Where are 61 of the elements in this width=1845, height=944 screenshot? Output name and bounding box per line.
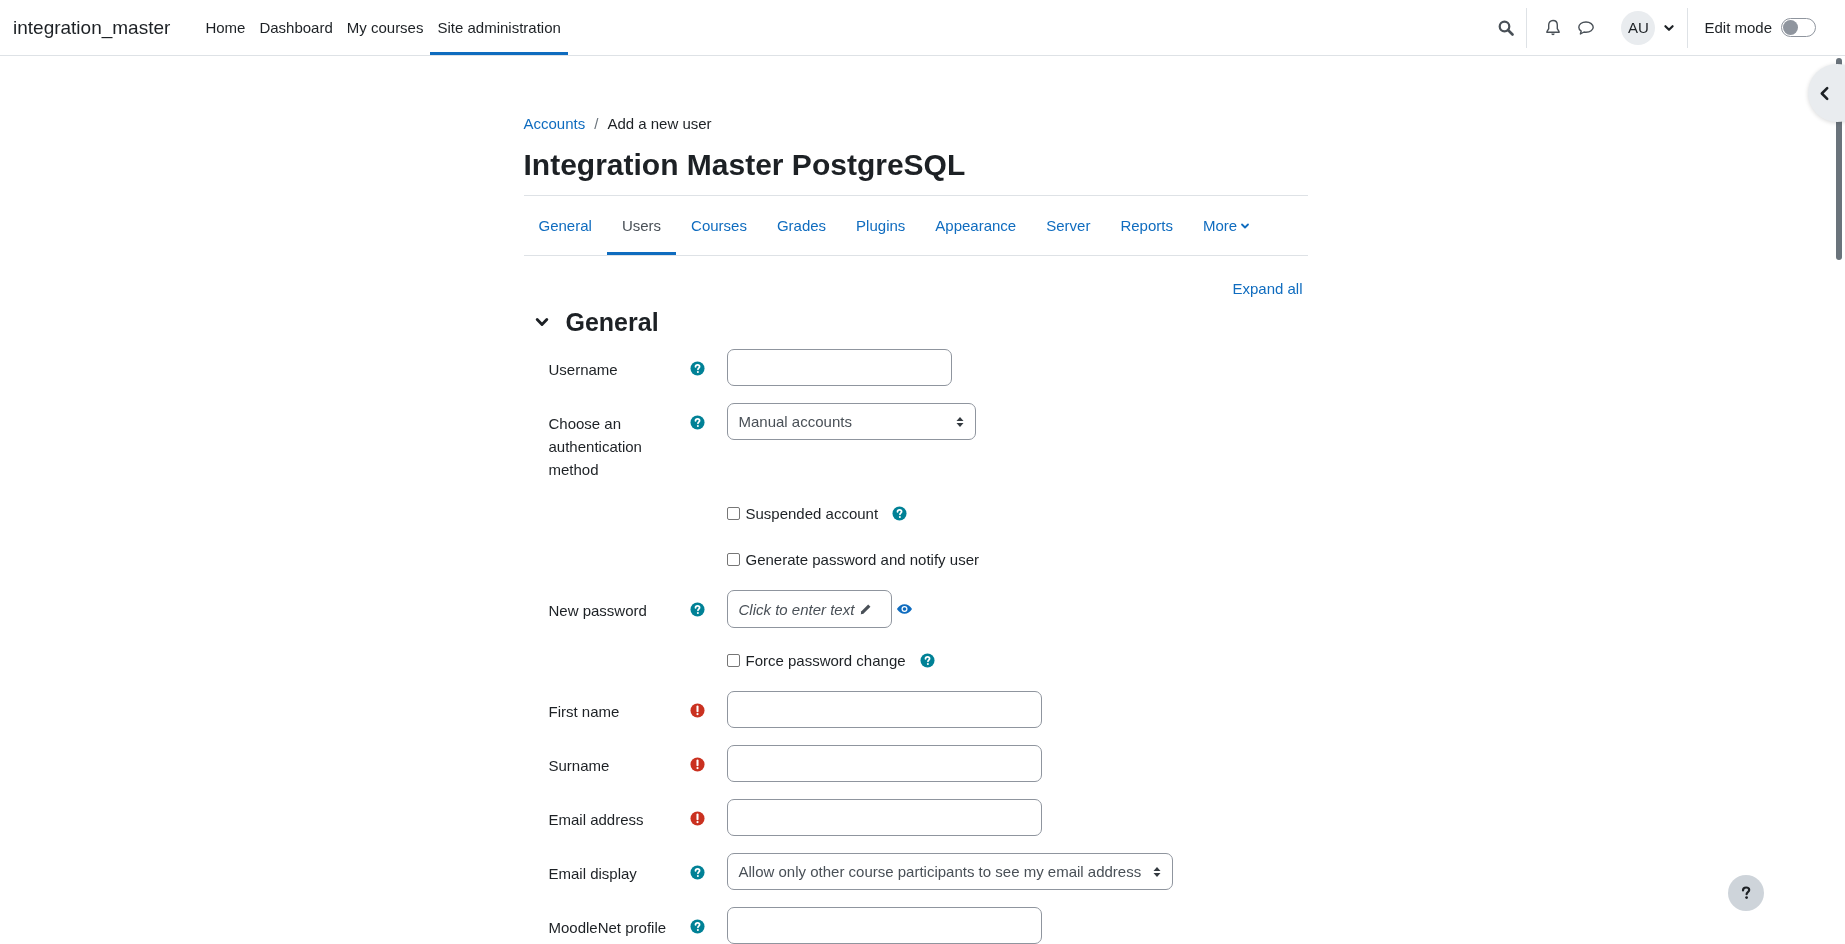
text-field[interactable] [726,799,1042,836]
checkbox-label[interactable]: Suspended account [745,504,879,522]
checkbox[interactable] [726,552,740,566]
field-label: Email address [548,811,644,828]
bell-icon[interactable] [1545,18,1562,37]
breadcrumb-separator: / [594,114,599,134]
pencil-icon [859,602,873,616]
checkbox[interactable] [726,506,740,520]
password-inline-edit[interactable]: Click to enter text [726,590,893,628]
nav-tab[interactable]: Plugins [841,199,921,255]
field-label: Choose an authentication method [548,415,642,478]
breadcrumb-link[interactable]: Accounts [523,114,586,134]
help-button[interactable] [1728,875,1764,911]
search-icon[interactable] [1498,19,1515,36]
help-icon[interactable] [690,361,705,376]
expand-all-link[interactable]: Expand all [1232,279,1303,299]
text-field[interactable] [726,349,952,386]
nav-tab[interactable]: General [523,199,607,255]
field-label: First name [548,703,620,720]
help-icon[interactable] [892,505,908,521]
nav-tab[interactable]: Appearance [920,199,1032,255]
select-arrows-icon [955,415,964,428]
help-icon[interactable] [690,602,705,617]
field-label: Username [548,361,618,378]
select-dropdown[interactable]: Manual accounts [726,403,976,440]
text-field[interactable] [726,745,1042,782]
nav-tab[interactable]: Server [1031,199,1106,255]
nav-tab[interactable]: Grades [761,199,842,255]
question-mark-icon [1741,886,1751,900]
nav-tab[interactable]: Users [606,199,677,255]
nav-tab[interactable]: More [1187,199,1266,255]
text-field[interactable] [726,691,1042,728]
page-title: Integration Master PostgreSQL [523,147,1308,196]
checkbox-label[interactable]: Force password change [745,651,906,669]
help-icon[interactable] [690,415,705,430]
edit-mode-label: Edit mode [1704,19,1772,36]
nav-link[interactable]: My courses [339,3,431,55]
checkbox[interactable] [726,653,740,667]
help-icon[interactable] [690,865,705,880]
user-avatar[interactable]: AU [1621,10,1656,45]
field-label: MoodleNet profile [548,919,667,936]
select-arrows-icon [1153,865,1162,878]
select-dropdown[interactable]: Allow only other course participants to see my email address [726,853,1174,890]
text-field[interactable] [726,907,1042,944]
breadcrumb-current: Add a new user [607,114,712,134]
checkbox-label[interactable]: Generate password and notify user [745,550,979,568]
field-label: Email display [548,865,637,882]
field-label: Surname [548,757,610,774]
chevron-left-icon [1819,85,1830,101]
nav-tab[interactable]: Reports [1105,199,1188,255]
field-label: New password [548,602,647,619]
nav-link[interactable]: Dashboard [252,3,340,55]
section-heading: General [565,307,659,337]
eye-icon[interactable] [896,603,914,615]
nav-tab[interactable]: Courses [676,199,762,255]
help-icon[interactable] [690,919,705,934]
help-icon[interactable] [919,652,935,668]
chat-icon[interactable] [1577,19,1596,36]
site-name[interactable]: integration_master [13,16,171,39]
nav-link[interactable]: Home [198,3,253,55]
nav-link[interactable]: Site administration [430,3,568,55]
